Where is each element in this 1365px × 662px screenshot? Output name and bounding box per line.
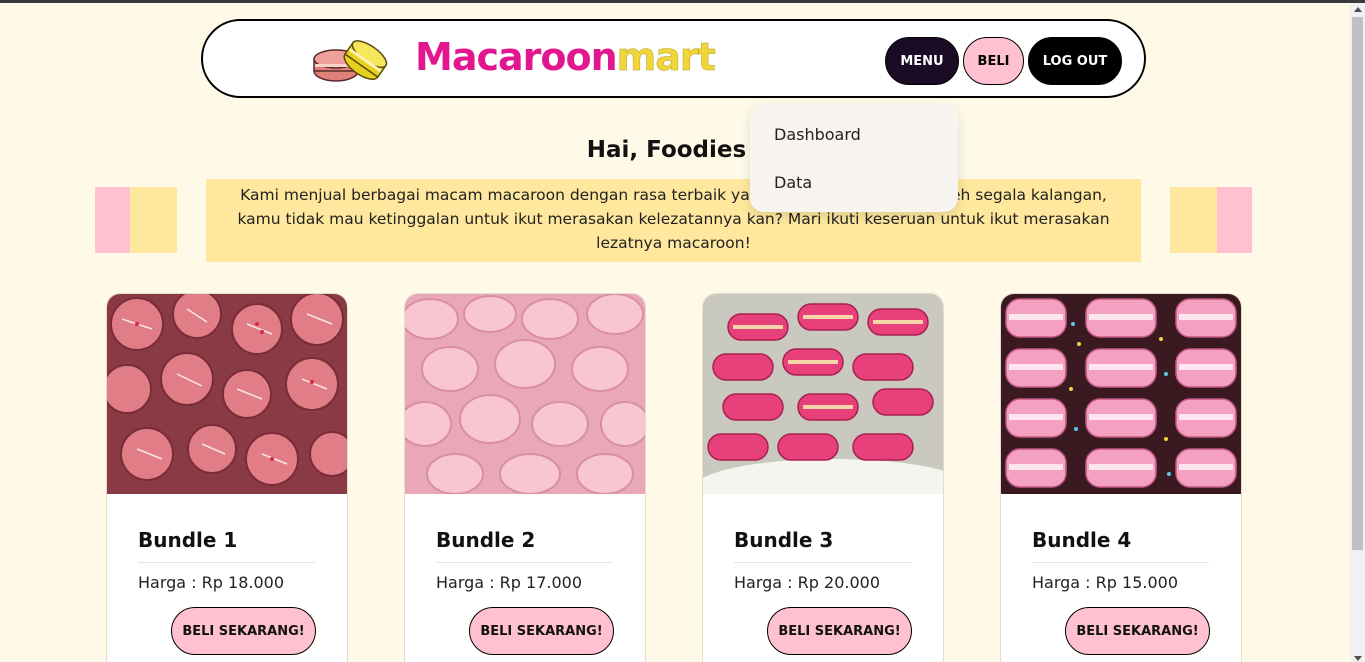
right-pink-stripe: [1217, 187, 1252, 253]
scroll-thumb[interactable]: [1352, 17, 1363, 550]
menu-dropdown: Dashboard Data: [750, 104, 958, 212]
dropdown-item-dashboard[interactable]: Dashboard: [750, 123, 958, 171]
card-divider: [138, 562, 315, 563]
product-image: [405, 294, 645, 494]
intro-text: Kami menjual berbagai macam macaroon den…: [206, 179, 1141, 262]
buy-now-button[interactable]: BELI SEKARANG!: [1065, 607, 1210, 655]
product-image: [1001, 294, 1241, 494]
menu-button[interactable]: MENU: [885, 37, 959, 85]
product-price: Harga : Rp 18.000: [138, 573, 284, 592]
product-price: Harga : Rp 17.000: [436, 573, 582, 592]
page-scrollbar[interactable]: [1350, 3, 1365, 662]
left-pink-stripe: [95, 187, 130, 253]
nav-bar: MENU BELI LOG OUT: [885, 37, 1122, 85]
product-card: Bundle 3 Harga : Rp 20.000 BELI SEKARANG…: [702, 293, 944, 662]
beli-button[interactable]: BELI: [963, 37, 1024, 85]
product-price: Harga : Rp 20.000: [734, 573, 880, 592]
scroll-up-icon[interactable]: [1354, 7, 1362, 12]
brand-name[interactable]: Macaroonmart: [415, 35, 716, 80]
product-title: Bundle 2: [436, 528, 536, 552]
product-title: Bundle 3: [734, 528, 834, 552]
left-yellow-stripe: [130, 187, 177, 253]
greeting-text: Hai, Foodies: [586, 137, 747, 163]
card-divider: [734, 562, 911, 563]
product-card: Bundle 2 Harga : Rp 17.000 BELI SEKARANG…: [404, 293, 646, 662]
header-bar: Macaroonmart MENU BELI LOG OUT: [201, 19, 1146, 98]
card-divider: [1032, 562, 1209, 563]
product-card: Bundle 4 Harga : Rp 15.000 BELI SEKARANG…: [1000, 293, 1242, 662]
product-title: Bundle 4: [1032, 528, 1132, 552]
scroll-down-icon[interactable]: [1354, 656, 1362, 661]
macaron-logo-icon: [313, 40, 388, 82]
product-title: Bundle 1: [138, 528, 238, 552]
buy-now-button[interactable]: BELI SEKARANG!: [469, 607, 614, 655]
greeting-heading: Hai, Foodies: [0, 136, 1365, 163]
brand-name-part1: Macaroon: [415, 35, 618, 79]
dropdown-item-data[interactable]: Data: [750, 171, 958, 219]
brand-name-part2: mart: [616, 35, 716, 80]
buy-now-button[interactable]: BELI SEKARANG!: [767, 607, 912, 655]
product-image: [107, 294, 347, 494]
logout-button[interactable]: LOG OUT: [1028, 37, 1122, 85]
card-divider: [436, 562, 613, 563]
product-card: Bundle 1 Harga : Rp 18.000 BELI SEKARANG…: [106, 293, 348, 662]
product-price: Harga : Rp 15.000: [1032, 573, 1178, 592]
buy-now-button[interactable]: BELI SEKARANG!: [171, 607, 316, 655]
right-yellow-stripe: [1170, 187, 1217, 253]
product-image: [703, 294, 943, 494]
